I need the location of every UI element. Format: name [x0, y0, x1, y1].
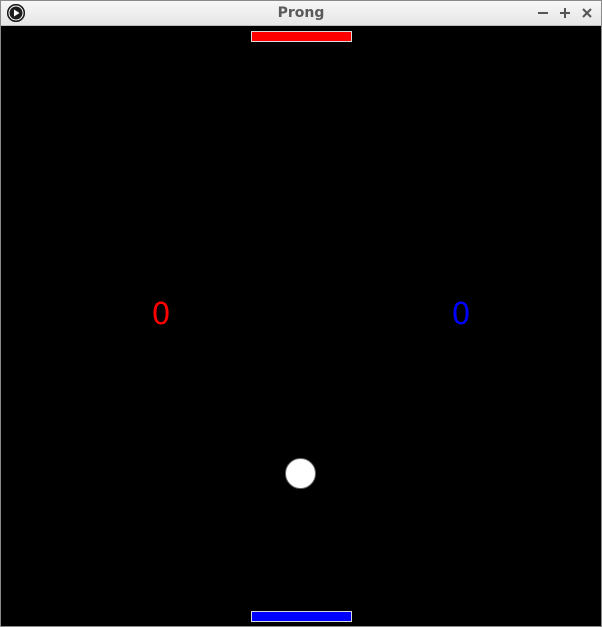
close-icon — [582, 8, 592, 18]
title-bar[interactable]: Prong — [1, 1, 601, 26]
app-window: Prong 0 0 — [0, 0, 602, 627]
ball — [285, 458, 316, 489]
blue-score: 0 — [451, 297, 471, 332]
maximize-button[interactable] — [556, 4, 574, 22]
red-score: 0 — [151, 297, 171, 332]
window-title: Prong — [277, 5, 325, 21]
game-canvas[interactable]: 0 0 — [1, 26, 601, 626]
red-paddle — [251, 31, 352, 42]
blue-paddle — [251, 611, 352, 622]
minimize-button[interactable] — [534, 4, 552, 22]
minimize-icon — [538, 12, 548, 14]
maximize-icon — [560, 8, 570, 18]
close-button[interactable] — [578, 4, 596, 22]
